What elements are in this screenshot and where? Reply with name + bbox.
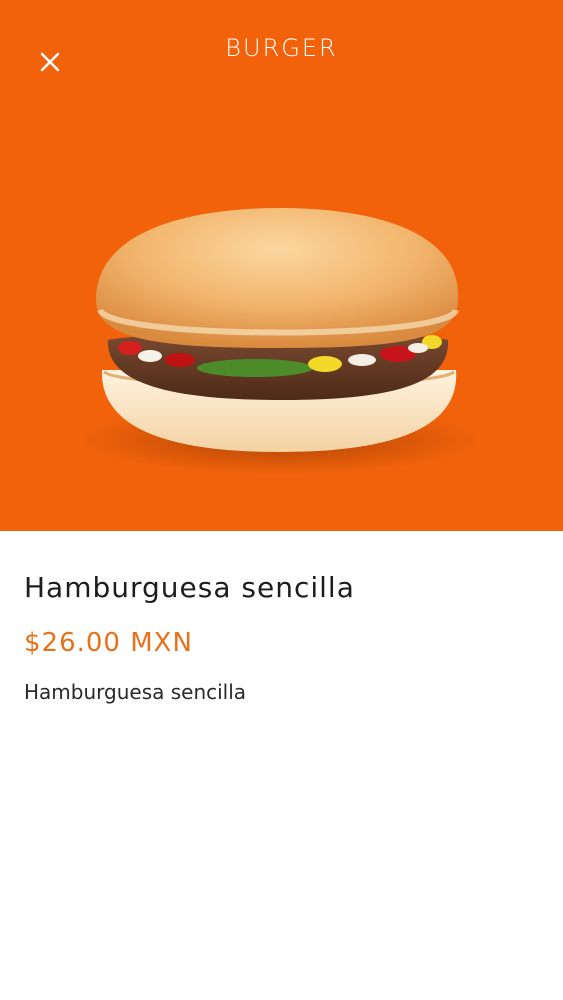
product-detail-screen: BURGER Hamburguesa sencilla $26.00 MXN H… [0, 0, 563, 1000]
burger-image [80, 208, 480, 474]
product-details: Hamburguesa sencilla $26.00 MXN Hamburgu… [0, 571, 563, 704]
product-description: Hamburguesa sencilla [24, 680, 247, 704]
page-title: BURGER [225, 34, 338, 62]
top-bar: BURGER [0, 0, 563, 110]
product-name: Hamburguesa sencilla [24, 571, 355, 604]
hero-banner: BURGER [0, 0, 563, 531]
product-price: $26.00 MXN [24, 628, 193, 658]
